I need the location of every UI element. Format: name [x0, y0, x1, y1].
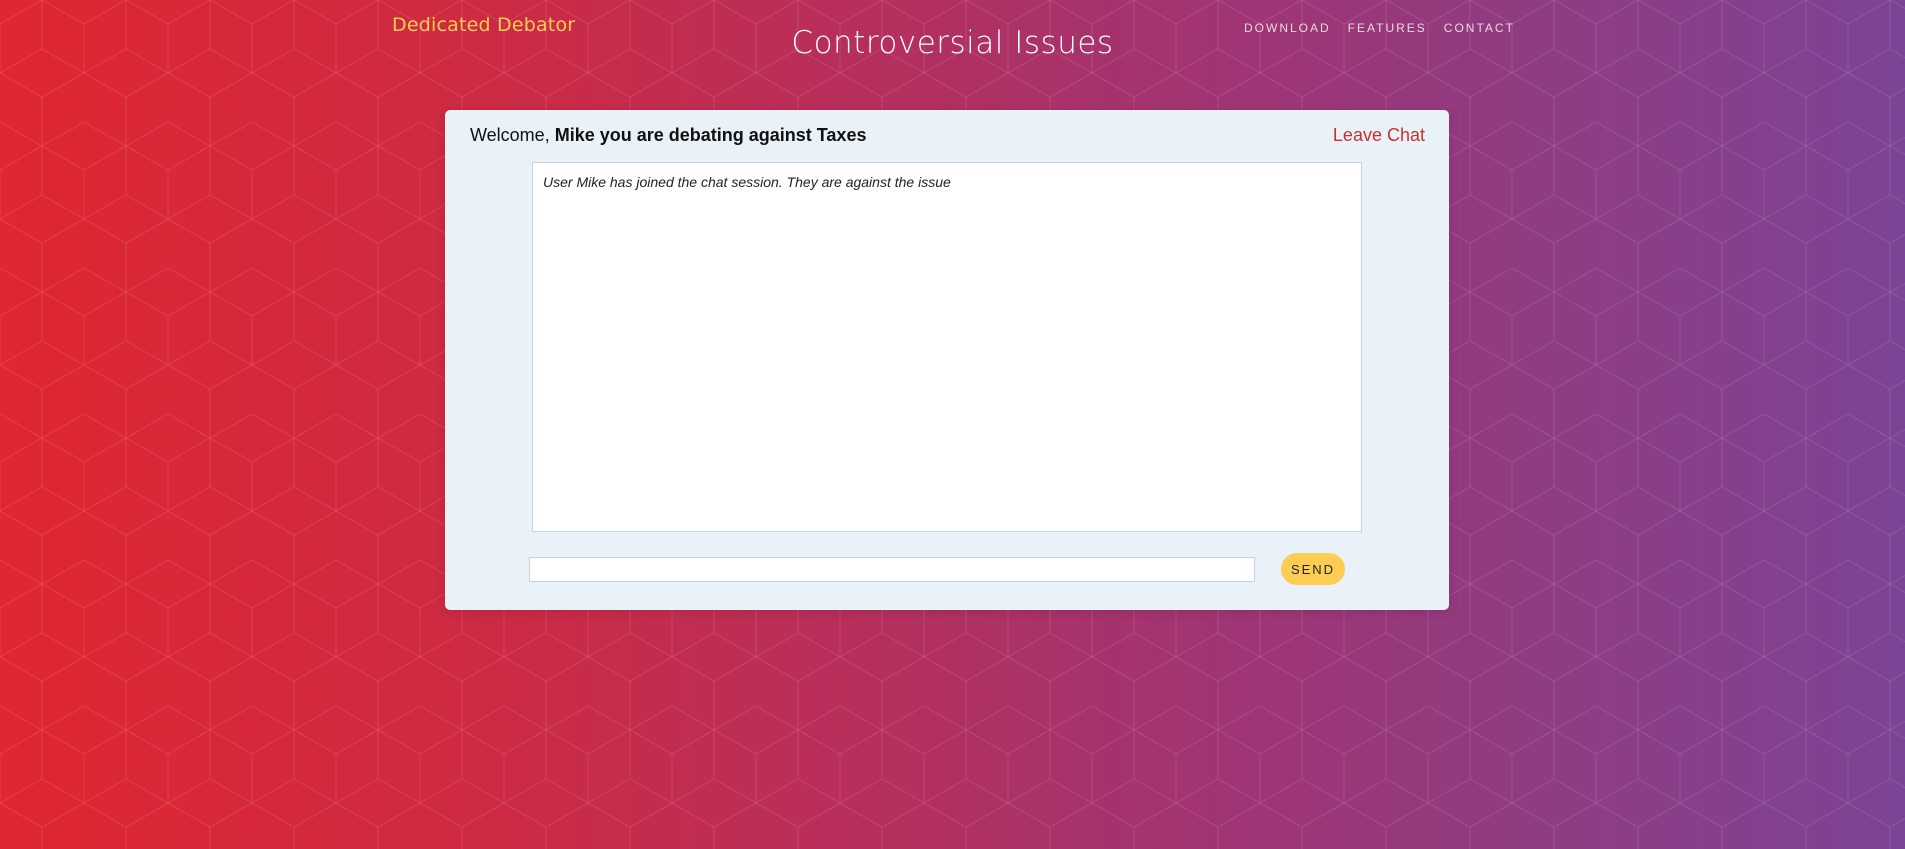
nav-features[interactable]: FEATURES — [1348, 21, 1427, 35]
welcome-text: Welcome, Mike you are debating against T… — [470, 125, 866, 146]
top-nav: DOWNLOAD FEATURES CONTACT — [1244, 21, 1532, 35]
message-input[interactable] — [529, 557, 1255, 582]
nav-download[interactable]: DOWNLOAD — [1244, 21, 1331, 35]
leave-chat-link[interactable]: Leave Chat — [1333, 125, 1425, 146]
chat-card: Welcome, Mike you are debating against T… — [445, 110, 1449, 610]
send-button[interactable]: SEND — [1281, 553, 1345, 585]
nav-contact[interactable]: CONTACT — [1444, 21, 1515, 35]
debate-topic-text: Mike you are debating against Taxes — [554, 125, 867, 145]
welcome-prefix: Welcome, — [470, 125, 555, 145]
chat-log[interactable]: User Mike has joined the chat session. T… — [532, 162, 1362, 532]
chat-message: User Mike has joined the chat session. T… — [543, 174, 951, 190]
page-title: Controversial Issues — [791, 25, 1114, 61]
